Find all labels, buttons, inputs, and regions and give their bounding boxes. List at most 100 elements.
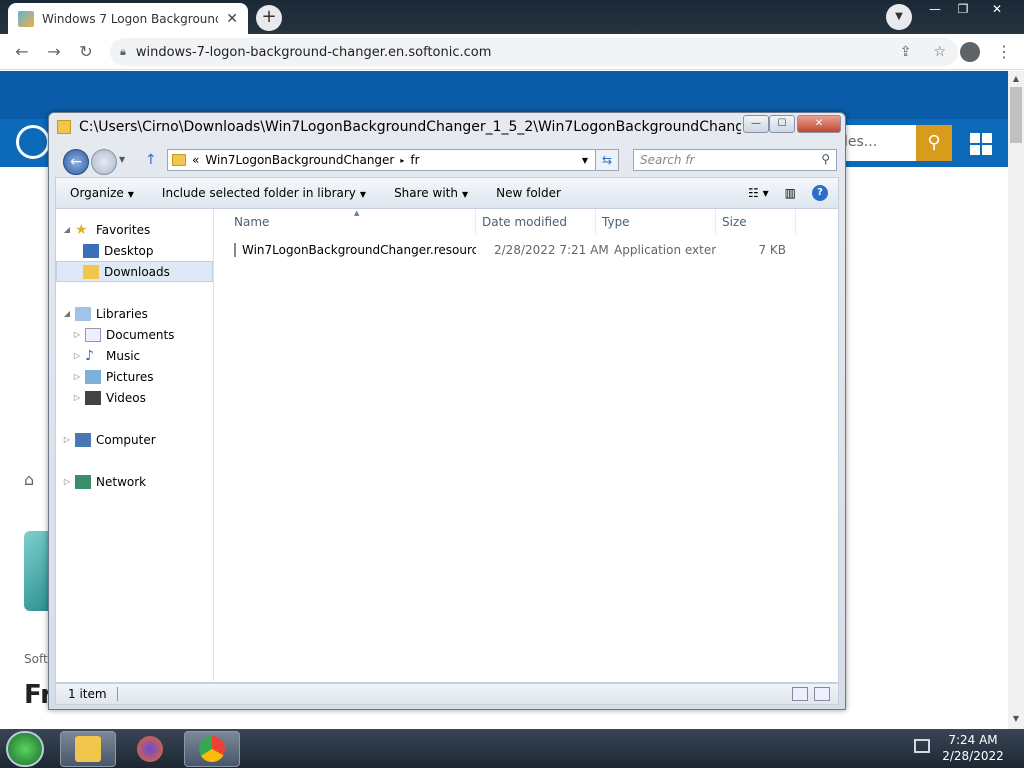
firefox-icon (137, 736, 163, 762)
include-in-library-menu[interactable]: Include selected folder in library ▼ (148, 186, 380, 200)
navigation-pane[interactable]: ◢ ★ Favorites Desktop Downloads ◢ Librar… (56, 209, 214, 681)
file-list[interactable]: ▲ Name Date modified Type Size Win7Logon… (216, 209, 838, 681)
softonic-logo-icon[interactable] (16, 125, 50, 159)
explorer-icon (75, 736, 101, 762)
address-breadcrumb[interactable]: « Win7LogonBackgroundChanger ▸ fr ▼ (167, 149, 619, 171)
scroll-down-icon[interactable]: ▼ (1008, 714, 1024, 723)
breadcrumb-segment[interactable]: Win7LogonBackgroundChanger (205, 153, 394, 167)
nav-libraries[interactable]: ◢ Libraries (56, 303, 213, 324)
share-with-menu[interactable]: Share with ▼ (380, 186, 482, 200)
home-icon[interactable]: ⌂ (24, 470, 34, 489)
browser-minimize-icon[interactable]: — (920, 0, 950, 20)
downloads-folder-icon (83, 264, 99, 279)
collapse-icon: ◢ (63, 225, 71, 234)
browser-menu-icon[interactable]: ⋮ (996, 42, 1012, 61)
nav-favorites[interactable]: ◢ ★ Favorites (56, 219, 213, 240)
nav-videos[interactable]: ▷ Videos (56, 387, 213, 408)
maximize-button[interactable]: ☐ (769, 115, 795, 133)
address-bar[interactable]: 🔒︎ windows-7-logon-background-changer.en… (110, 38, 958, 66)
pictures-icon (85, 369, 101, 384)
site-search-icon[interactable]: ⚲ (916, 125, 952, 161)
file-row[interactable]: Win7LogonBackgroundChanger.resourc... 2/… (216, 239, 838, 261)
file-type: Application extens... (614, 243, 716, 257)
forward-button[interactable] (91, 149, 117, 175)
change-view-icon[interactable]: ☷ ▾ (748, 186, 769, 200)
site-search-input[interactable]: les... (844, 125, 916, 161)
lock-icon: 🔒︎ (120, 45, 126, 58)
back-button[interactable]: ← (63, 149, 89, 175)
nav-computer[interactable]: ▷ Computer (56, 429, 213, 450)
collapse-icon: ◢ (63, 309, 71, 318)
forward-arrow-icon[interactable]: → (42, 40, 66, 64)
expand-icon: ▷ (73, 351, 81, 360)
nav-pictures[interactable]: ▷ Pictures (56, 366, 213, 387)
recent-pages-dropdown[interactable]: ▼ (119, 155, 125, 164)
details-view-icon[interactable] (792, 687, 808, 701)
expand-icon: ▷ (73, 393, 81, 402)
organize-menu[interactable]: Organize ▼ (56, 186, 148, 200)
breadcrumb-segment[interactable]: fr (410, 153, 419, 167)
column-type[interactable]: Type (596, 209, 716, 235)
nav-desktop[interactable]: Desktop (56, 240, 213, 261)
system-clock[interactable]: 7:24 AM 2/28/2022 (942, 732, 1004, 764)
expand-icon: ▷ (63, 435, 71, 444)
breadcrumb-separator-icon[interactable]: ▸ (400, 156, 404, 165)
column-size[interactable]: Size (716, 209, 796, 235)
sort-arrow-icon: ▲ (354, 209, 360, 217)
share-icon[interactable]: ⇪ (900, 44, 912, 60)
browser-restore-icon[interactable]: ❐ (948, 0, 978, 20)
back-arrow-icon[interactable]: ← (10, 40, 34, 64)
expand-icon: ▷ (73, 372, 81, 381)
column-headers: Name Date modified Type Size (216, 209, 838, 235)
scroll-up-icon[interactable]: ▲ (1008, 74, 1024, 83)
address-dropdown-icon[interactable]: ▼ (582, 156, 588, 165)
help-icon[interactable]: ? (812, 185, 828, 201)
tab-search-icon[interactable]: ▼ (886, 4, 912, 30)
scrollbar-thumb[interactable] (1010, 87, 1022, 143)
app-thumbnail[interactable] (24, 531, 50, 611)
nav-downloads[interactable]: Downloads (56, 261, 213, 282)
new-tab-button[interactable]: + (256, 5, 282, 31)
start-button-icon[interactable] (6, 731, 44, 767)
windows-logo-icon[interactable] (970, 133, 992, 155)
dll-file-icon (234, 243, 236, 257)
profile-avatar-icon[interactable] (960, 42, 980, 62)
breadcrumb-overflow[interactable]: « (192, 153, 199, 167)
large-icons-view-icon[interactable] (814, 687, 830, 701)
reload-icon[interactable]: ↻ (74, 40, 98, 64)
network-tray-icon[interactable] (914, 739, 930, 753)
search-input[interactable]: Search fr ⚲ (633, 149, 837, 171)
column-date-modified[interactable]: Date modified (476, 209, 596, 235)
folder-icon (172, 154, 186, 166)
desktop-icon (83, 243, 99, 258)
music-icon: ♪ (85, 347, 94, 364)
preview-pane-icon[interactable]: ▥ (785, 186, 796, 200)
computer-icon (75, 432, 91, 447)
taskbar-explorer[interactable] (60, 731, 116, 767)
column-name[interactable]: Name (216, 209, 476, 235)
navigation-bar: ← ▼ ↑ « Win7LogonBackgroundChanger ▸ fr … (49, 143, 845, 177)
new-folder-button[interactable]: New folder (482, 186, 575, 200)
clock-date: 2/28/2022 (942, 749, 1004, 763)
taskbar-chrome[interactable] (184, 731, 240, 767)
browser-tab[interactable]: Windows 7 Logon Background C ✕ (8, 3, 248, 34)
refresh-button[interactable]: ⇆ (595, 149, 619, 171)
nav-network[interactable]: ▷ Network (56, 471, 213, 492)
command-bar: Organize ▼ Include selected folder in lib… (55, 177, 839, 209)
explorer-content: ◢ ★ Favorites Desktop Downloads ◢ Librar… (55, 209, 839, 683)
tab-close-icon[interactable]: ✕ (226, 11, 238, 27)
nav-music[interactable]: ▷ ♪ Music (56, 345, 213, 366)
bookmark-star-icon[interactable]: ☆ (933, 44, 946, 60)
explorer-titlebar[interactable]: C:\Users\Cirno\Downloads\Win7LogonBackgr… (49, 113, 845, 143)
search-icon[interactable]: ⚲ (821, 152, 830, 166)
nav-documents[interactable]: ▷ Documents (56, 324, 213, 345)
taskbar-firefox[interactable] (122, 731, 178, 767)
url-text[interactable]: windows-7-logon-background-changer.en.so… (136, 45, 890, 60)
page-scrollbar[interactable] (1008, 71, 1024, 729)
minimize-button[interactable]: — (743, 115, 769, 133)
browser-close-icon[interactable]: ✕ (982, 0, 1012, 20)
up-arrow-icon[interactable]: ↑ (145, 152, 157, 168)
item-count: 1 item (68, 687, 107, 701)
close-button[interactable]: ✕ (797, 115, 841, 133)
taskbar: 7:24 AM 2/28/2022 (0, 729, 1024, 768)
